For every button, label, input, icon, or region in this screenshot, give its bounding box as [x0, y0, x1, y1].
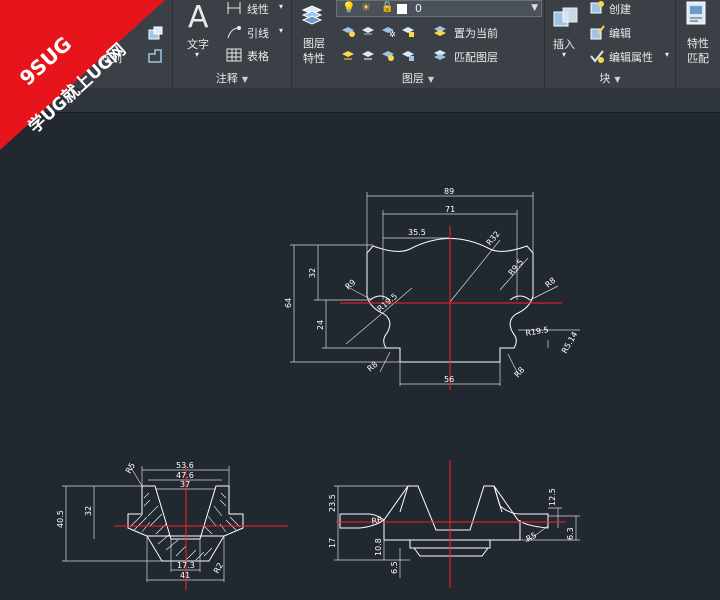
dim-text-6-3: 6.3 — [566, 527, 575, 540]
block-panel: 插入 ▾ 创建 编辑 编辑属性 ▾ 块 ▼ — [545, 0, 676, 88]
make-current-icon[interactable] — [432, 24, 448, 38]
layer-dropdown[interactable]: 💡 ☀ 🔓 0 ▼ — [336, 0, 542, 17]
make-current-label[interactable]: 置为当前 — [454, 25, 498, 41]
layer-properties-icon[interactable] — [300, 2, 324, 30]
dim-text-r32: R32 — [485, 229, 502, 247]
dim-text-32-left: 32 — [84, 506, 93, 516]
annotation-panel-title[interactable]: 注释 ▼ — [173, 70, 291, 86]
unlock-icon[interactable]: 🔓 — [381, 2, 393, 13]
leader-r32 — [449, 239, 501, 303]
dim-text-32: 32 — [308, 268, 317, 278]
dim-text-r6: R6 — [371, 515, 383, 526]
layers-panel: 图层特性 💡 ☀ 🔓 0 ▼ ✲ 置为当前 匹配图层 图层 ▼ — [292, 0, 545, 88]
insert-block-icon[interactable] — [551, 0, 581, 30]
dim-text-53-6: 53.6 — [176, 461, 194, 470]
text-icon[interactable]: A — [185, 0, 215, 32]
dim-text-r5-14: R5.14 — [560, 330, 579, 355]
match-properties-icon[interactable] — [684, 0, 710, 30]
edit-block-icon[interactable] — [589, 24, 605, 40]
dim-text-12-5: 12.5 — [548, 488, 557, 506]
layer-isolate-icon[interactable] — [360, 24, 376, 38]
dim-text-56: 56 — [444, 375, 454, 384]
dim-text-71: 71 — [445, 205, 455, 214]
linear-dimension-label[interactable]: 线性 — [247, 1, 269, 17]
linear-dimension-icon[interactable] — [225, 0, 243, 16]
svg-text:A: A — [188, 0, 209, 32]
layer-color-swatch[interactable] — [397, 4, 407, 14]
sun-icon[interactable]: ☀ — [361, 1, 371, 14]
dim-line-32 — [314, 245, 370, 301]
dim-text-17-3: 17.3 — [177, 561, 195, 570]
dim-text-64: 64 — [284, 298, 293, 308]
create-label[interactable]: 创建 — [609, 1, 631, 17]
linear-dropdown-icon[interactable]: ▾ — [279, 2, 283, 11]
dim-text-r19-5-right: R19.5 — [525, 325, 550, 338]
match-properties-label[interactable]: 特性匹配 — [685, 36, 711, 66]
dim-text-24: 24 — [316, 320, 325, 330]
dim-text-6-5: 6.5 — [390, 561, 399, 574]
edit-attributes-label[interactable]: 编辑属性 — [609, 49, 653, 65]
layers-panel-title[interactable]: 图层 ▼ — [292, 70, 544, 86]
create-block-icon[interactable] — [589, 0, 605, 16]
dim-text-10-8: 10.8 — [374, 538, 383, 556]
edit-attributes-dropdown-icon[interactable]: ▾ — [665, 50, 669, 59]
layer-unlock-icon[interactable] — [400, 48, 416, 62]
layer-lock-icon[interactable] — [400, 24, 416, 38]
dim-line-12-5 — [548, 507, 562, 528]
leader-r9-right — [529, 285, 559, 301]
dim-text-23-5: 23.5 — [328, 494, 337, 512]
dim-text-35-5: 35.5 — [408, 228, 426, 237]
dim-line-17 — [334, 528, 410, 561]
dim-text-r2-left: R2 — [212, 561, 225, 575]
dim-text-r9-left: R9 — [344, 278, 358, 292]
dim-text-40-5: 40.5 — [56, 510, 65, 528]
dim-text-r9-5: R9.5 — [507, 257, 526, 277]
layer-freeze-icon[interactable]: ✲ — [380, 24, 396, 38]
match-layer-icon[interactable] — [432, 48, 448, 62]
dim-text-r5-left: R5 — [124, 461, 137, 475]
layer-properties-label[interactable]: 图层特性 — [300, 36, 328, 66]
text-dropdown-icon[interactable]: ▾ — [195, 50, 199, 59]
table-label[interactable]: 表格 — [247, 48, 269, 64]
svg-text:✲: ✲ — [389, 30, 396, 38]
edit-attributes-icon[interactable] — [589, 48, 605, 64]
dim-text-37: 37 — [180, 480, 190, 489]
layer-unisolate-icon[interactable] — [360, 48, 376, 62]
leader-icon[interactable] — [225, 24, 243, 40]
bulb-icon[interactable]: 💡 — [342, 1, 356, 14]
block-panel-title[interactable]: 块 ▼ — [545, 70, 675, 86]
drawing-canvas[interactable]: 89 71 35.5 R32 32 64 24 R9 R19.5 R9.5 R8… — [0, 113, 720, 600]
top-view-inner-arc-right — [509, 295, 531, 301]
leader-label[interactable]: 引线 — [247, 25, 269, 41]
layer-dropdown-arrow[interactable]: ▼ — [531, 3, 538, 13]
layer-on-icon[interactable] — [340, 48, 356, 62]
watermark-banner: 9SUG 学UG就上UG网 — [0, 0, 165, 150]
leader-dropdown-icon[interactable]: ▾ — [279, 26, 283, 35]
dim-text-17: 17 — [328, 538, 337, 548]
layer-thaw-icon[interactable] — [380, 48, 396, 62]
annotation-panel: A 文字 ▾ 线性 ▾ 引线 ▾ 表格 注释 ▼ — [173, 0, 292, 88]
dim-text-47-6: 47.6 — [176, 471, 194, 480]
properties-panel: 特性匹配 — [676, 0, 720, 88]
insert-dropdown-icon[interactable]: ▾ — [562, 50, 566, 59]
current-layer-value: 0 — [415, 2, 422, 15]
layer-off-icon[interactable] — [340, 24, 356, 38]
dim-text-41: 41 — [180, 571, 190, 580]
dim-text-89: 89 — [444, 187, 454, 196]
table-icon[interactable] — [225, 47, 243, 63]
edit-label[interactable]: 编辑 — [609, 25, 631, 41]
match-layer-label[interactable]: 匹配图层 — [454, 49, 498, 65]
